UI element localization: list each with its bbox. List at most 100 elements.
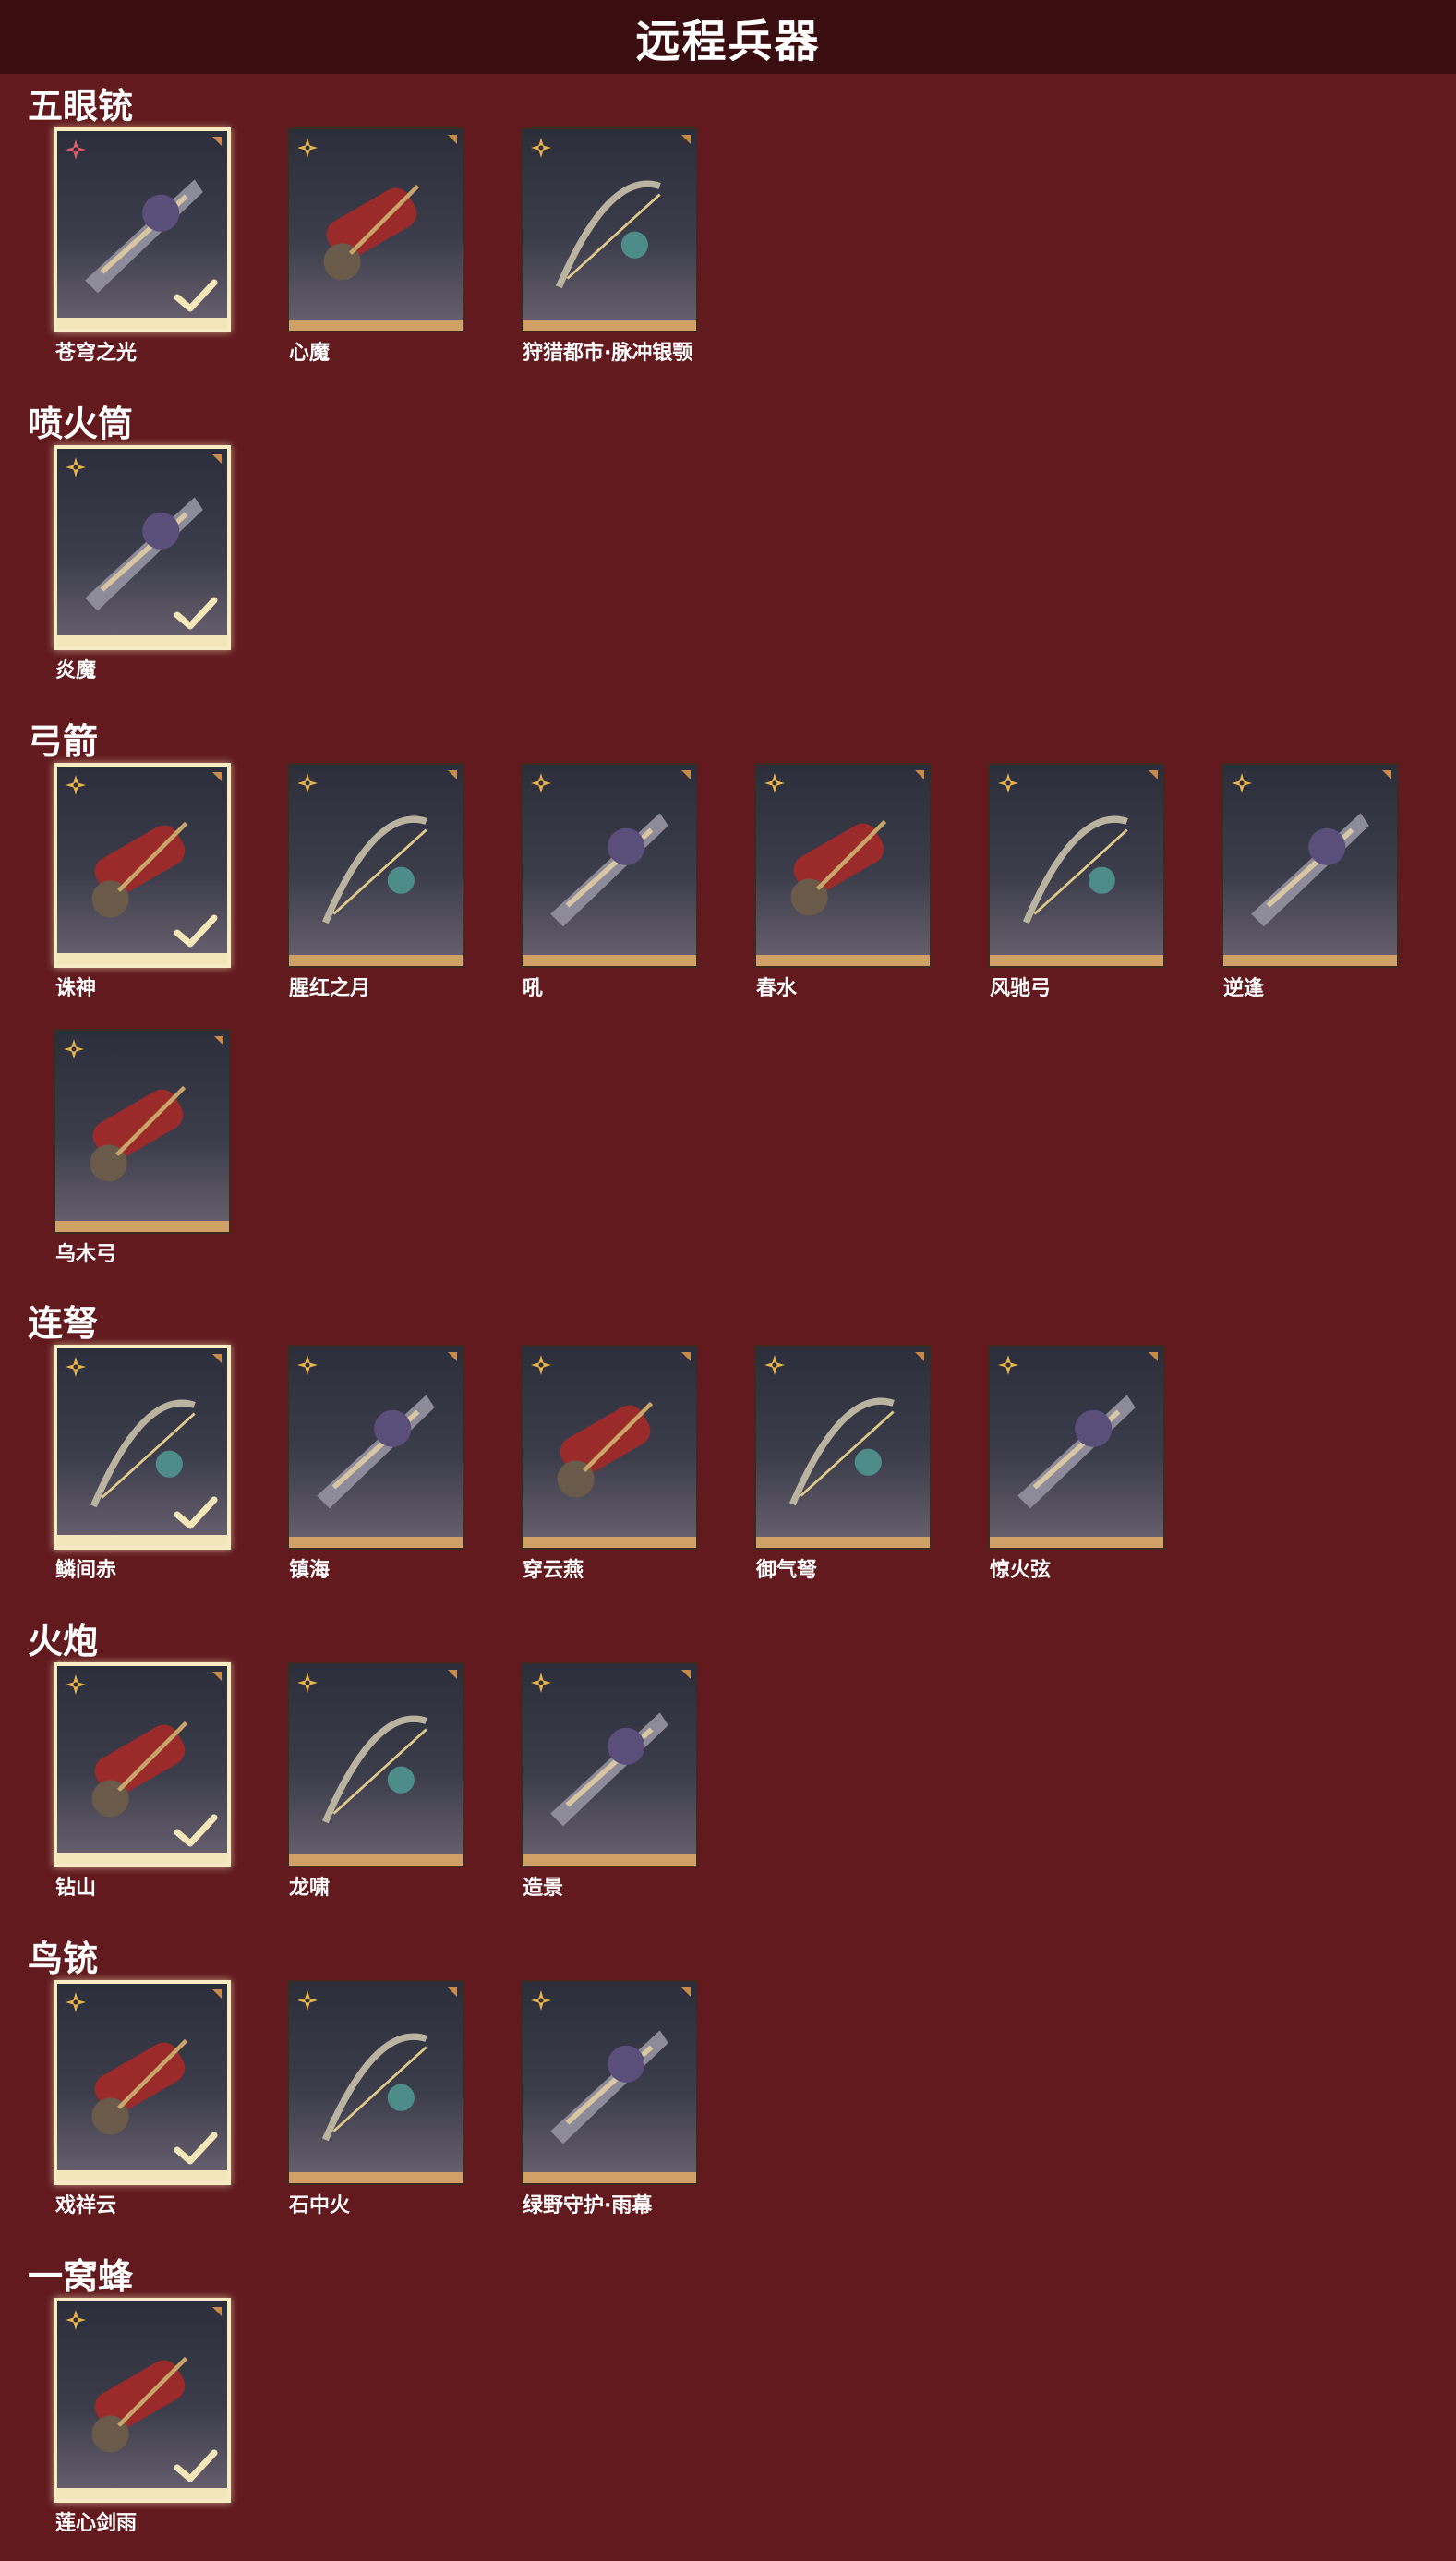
weapon-card[interactable] xyxy=(54,2298,231,2503)
corner-tag-icon xyxy=(212,2307,222,2316)
weapon-item[interactable]: 狩猎都市·脉冲银颚 xyxy=(521,127,702,366)
weapon-item[interactable]: 诛神 xyxy=(54,763,235,1001)
weapon-card[interactable] xyxy=(521,763,698,968)
weapon-name: 莲心剑雨 xyxy=(55,2512,138,2535)
weapon-image xyxy=(1017,1395,1136,1509)
weapon-item[interactable]: 龙啸 xyxy=(287,1662,468,1901)
weapon-item[interactable]: 乌木弓 xyxy=(54,1029,235,1267)
weapon-card[interactable] xyxy=(54,1029,231,1234)
corner-tag-icon xyxy=(448,770,457,779)
check-icon xyxy=(174,2132,218,2165)
weapon-image xyxy=(550,813,668,927)
section-title-five-eye-gun: 五眼铳 xyxy=(28,86,134,127)
weapon-card[interactable] xyxy=(54,127,231,332)
section-title-musket: 鸟铳 xyxy=(28,1939,99,1979)
weapon-card[interactable] xyxy=(754,763,932,968)
weapon-name: 炎魔 xyxy=(55,659,97,683)
weapon-card[interactable] xyxy=(521,1345,698,1550)
weapon-name: 石中火 xyxy=(289,2194,351,2217)
weapon-image xyxy=(1251,813,1369,927)
weapon-item[interactable]: 春水 xyxy=(754,763,935,1001)
weapon-card[interactable] xyxy=(287,1980,464,2185)
corner-tag-icon xyxy=(212,454,222,464)
weapon-item[interactable]: 风驰弓 xyxy=(988,763,1169,1001)
weapon-card[interactable] xyxy=(287,763,464,968)
check-icon xyxy=(174,1496,218,1529)
weapon-card[interactable] xyxy=(1221,763,1399,968)
weapon-name: 风驰弓 xyxy=(990,977,1052,1000)
corner-tag-icon xyxy=(214,1036,223,1045)
weapon-item[interactable]: 苍穹之光 xyxy=(54,127,235,366)
weapon-card[interactable] xyxy=(988,763,1165,968)
weapon-image xyxy=(790,819,887,916)
weapon-card[interactable] xyxy=(754,1345,932,1550)
weapon-name: 苍穹之光 xyxy=(55,342,138,365)
weapon-image xyxy=(557,1401,654,1498)
weapon-name: 钻山 xyxy=(55,1877,97,1900)
section-title-rocket-hive: 一窝蜂 xyxy=(28,2256,134,2297)
weapon-name: 乌木弓 xyxy=(55,1243,117,1266)
weapon-item[interactable]: 戏祥云 xyxy=(54,1980,235,2218)
weapon-card[interactable] xyxy=(287,127,464,332)
weapon-item[interactable]: 心魔 xyxy=(287,127,468,366)
weapon-item[interactable]: 御气弩 xyxy=(754,1345,935,1583)
weapon-image xyxy=(321,815,427,924)
corner-tag-icon xyxy=(681,1352,691,1361)
weapon-item[interactable]: 吼 xyxy=(521,763,702,1001)
corner-tag-icon xyxy=(212,1989,222,1999)
weapon-card[interactable] xyxy=(521,127,698,332)
weapon-image xyxy=(550,2030,668,2144)
weapon-card[interactable] xyxy=(988,1345,1165,1550)
corner-tag-icon xyxy=(915,770,924,779)
corner-tag-icon xyxy=(1382,770,1391,779)
weapon-item[interactable]: 逆逢 xyxy=(1221,763,1402,1001)
check-icon xyxy=(174,914,218,948)
weapon-item[interactable]: 穿云燕 xyxy=(521,1345,702,1583)
weapon-image xyxy=(90,1085,187,1182)
weapon-name: 腥红之月 xyxy=(289,977,371,1000)
weapon-item[interactable]: 莲心剑雨 xyxy=(54,2298,235,2536)
weapon-item[interactable]: 造景 xyxy=(521,1662,702,1901)
weapon-card[interactable] xyxy=(54,445,231,650)
corner-tag-icon xyxy=(681,1987,691,1997)
weapon-name: 春水 xyxy=(756,977,798,1000)
weapon-item[interactable]: 惊火弦 xyxy=(988,1345,1169,1583)
weapon-image xyxy=(317,1395,435,1509)
weapon-name: 镇海 xyxy=(289,1559,331,1582)
weapon-item[interactable]: 绿野守护·雨幕 xyxy=(521,1980,702,2218)
weapon-card[interactable] xyxy=(54,1980,231,2185)
weapon-item[interactable]: 石中火 xyxy=(287,1980,468,2218)
weapon-card[interactable] xyxy=(521,1980,698,2185)
weapon-card[interactable] xyxy=(287,1662,464,1867)
corner-tag-icon xyxy=(212,772,222,781)
corner-tag-icon xyxy=(212,1354,222,1363)
weapon-name: 吼 xyxy=(523,977,544,1000)
weapon-card[interactable] xyxy=(521,1662,698,1867)
section-title-cannon: 火炮 xyxy=(28,1621,99,1661)
check-icon xyxy=(174,2449,218,2482)
weapon-card[interactable] xyxy=(54,1662,231,1867)
corner-tag-icon xyxy=(915,1352,924,1361)
weapon-image xyxy=(555,180,661,289)
weapon-card[interactable] xyxy=(54,763,231,968)
corner-tag-icon xyxy=(681,770,691,779)
weapon-name: 心魔 xyxy=(289,342,331,365)
weapon-card[interactable] xyxy=(287,1345,464,1550)
weapon-card[interactable] xyxy=(54,1345,231,1550)
corner-tag-icon xyxy=(212,1672,222,1681)
check-icon xyxy=(174,597,218,630)
section-title-bow: 弓箭 xyxy=(28,721,99,762)
corner-tag-icon xyxy=(448,1987,457,1997)
weapon-name: 戏祥云 xyxy=(55,2194,117,2217)
weapon-image xyxy=(321,1715,427,1824)
weapon-item[interactable]: 鳞间赤 xyxy=(54,1345,235,1583)
weapon-name: 龙啸 xyxy=(289,1877,331,1900)
weapon-image xyxy=(323,184,420,281)
corner-tag-icon xyxy=(681,1670,691,1679)
weapon-item[interactable]: 钻山 xyxy=(54,1662,235,1901)
weapon-name: 惊火弦 xyxy=(990,1559,1052,1582)
weapon-item[interactable]: 腥红之月 xyxy=(287,763,468,1001)
weapon-item[interactable]: 炎魔 xyxy=(54,445,235,683)
corner-tag-icon xyxy=(681,135,691,144)
weapon-item[interactable]: 镇海 xyxy=(287,1345,468,1583)
